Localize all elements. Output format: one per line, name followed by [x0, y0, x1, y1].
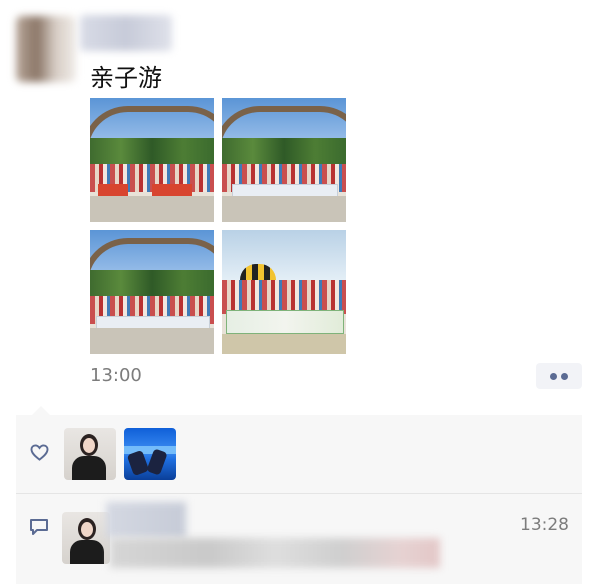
more-dots-icon	[550, 373, 557, 380]
poster-name[interactable]	[80, 15, 172, 51]
liker-avatar-2[interactable]	[124, 428, 176, 480]
liker-avatar-1[interactable]	[64, 428, 116, 480]
post-photo-4[interactable]	[222, 230, 346, 354]
post-photo-3[interactable]	[90, 230, 214, 354]
comment-text	[110, 538, 440, 568]
commenter-name[interactable]	[106, 502, 186, 538]
post-photo-2[interactable]	[222, 98, 346, 222]
more-actions-button[interactable]	[536, 363, 582, 389]
heart-icon	[30, 444, 49, 465]
panel-pointer	[32, 406, 50, 415]
poster-avatar[interactable]	[16, 16, 76, 82]
comment-time: 13:28	[520, 515, 569, 535]
commenter-avatar[interactable]	[62, 512, 110, 564]
post-photo-1[interactable]	[90, 98, 214, 222]
post-text: 亲子游	[90, 64, 162, 92]
post-time: 13:00	[90, 365, 142, 386]
comment-bubble-icon	[29, 518, 49, 540]
